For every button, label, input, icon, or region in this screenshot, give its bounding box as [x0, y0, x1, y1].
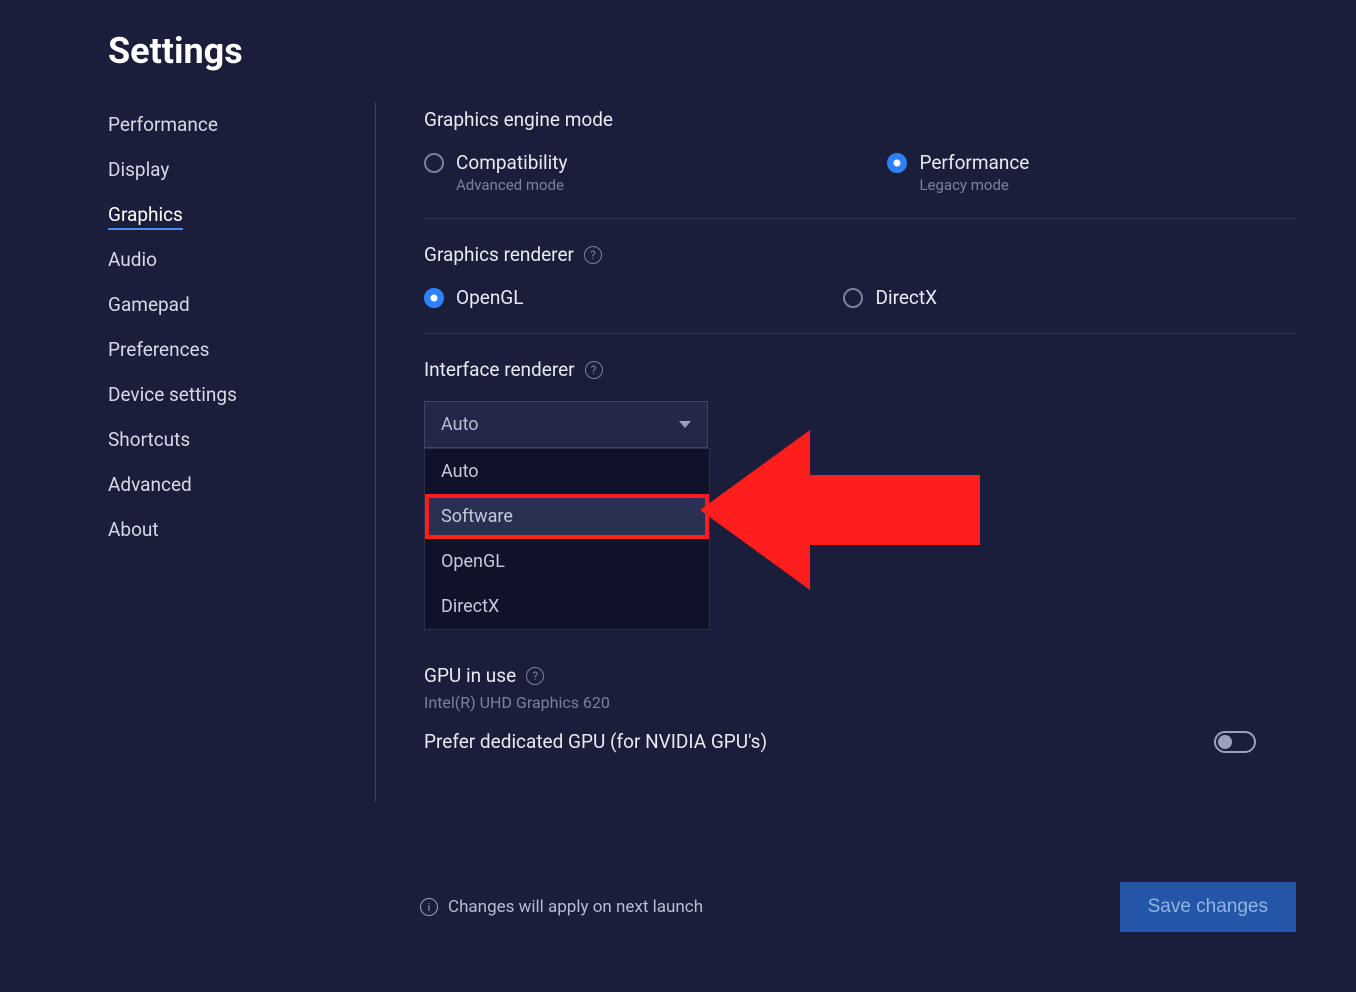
graphics-engine-title: Graphics engine mode: [424, 108, 1296, 131]
save-changes-button[interactable]: Save changes: [1120, 882, 1296, 932]
help-icon[interactable]: ?: [585, 361, 603, 379]
dropdown-item-auto[interactable]: Auto: [425, 449, 709, 494]
footer-note: i Changes will apply on next launch: [420, 897, 703, 917]
dropdown-item-directx[interactable]: DirectX: [425, 584, 709, 629]
radio-sublabel: Advanced mode: [456, 176, 567, 194]
radio-label: OpenGL: [456, 286, 523, 309]
sidebar-item-graphics[interactable]: Graphics: [108, 192, 355, 237]
radio-sublabel: Legacy mode: [919, 176, 1029, 194]
radio-label: Compatibility: [456, 151, 567, 174]
interface-renderer-title: Interface renderer ?: [424, 358, 1296, 381]
engine-option-performance[interactable]: Performance Legacy mode: [887, 151, 1029, 194]
interface-renderer-dropdown[interactable]: Auto Auto Software OpenGL DirectX: [424, 401, 708, 448]
radio-label: Performance: [919, 151, 1029, 174]
sidebar-item-preferences[interactable]: Preferences: [108, 327, 355, 372]
sidebar-item-about[interactable]: About: [108, 507, 355, 552]
gpu-name: Intel(R) UHD Graphics 620: [424, 693, 1296, 712]
interface-renderer-section: Interface renderer ? Auto Auto Software …: [424, 358, 1296, 472]
renderer-option-opengl[interactable]: OpenGL: [424, 286, 523, 309]
help-icon[interactable]: ?: [584, 246, 602, 264]
page-title: Settings: [0, 0, 1356, 72]
sidebar-item-shortcuts[interactable]: Shortcuts: [108, 417, 355, 462]
dropdown-item-opengl[interactable]: OpenGL: [425, 539, 709, 584]
radio-label: DirectX: [875, 286, 937, 309]
footer: i Changes will apply on next launch Save…: [420, 882, 1296, 932]
radio-icon: [424, 288, 444, 308]
graphics-engine-section: Graphics engine mode Compatibility Advan…: [424, 108, 1296, 219]
gpu-section: GPU in use ? Intel(R) UHD Graphics 620 P…: [424, 664, 1296, 753]
sidebar-item-audio[interactable]: Audio: [108, 237, 355, 282]
dropdown-list: Auto Software OpenGL DirectX: [424, 448, 710, 630]
prefer-gpu-toggle[interactable]: [1214, 731, 1256, 753]
sidebar-item-gamepad[interactable]: Gamepad: [108, 282, 355, 327]
gpu-title: GPU in use ?: [424, 664, 1296, 687]
radio-icon: [843, 288, 863, 308]
info-icon: i: [420, 898, 438, 916]
sidebar-item-advanced[interactable]: Advanced: [108, 462, 355, 507]
engine-option-compatibility[interactable]: Compatibility Advanced mode: [424, 151, 567, 194]
graphics-renderer-title: Graphics renderer ?: [424, 243, 1296, 266]
sidebar-item-display[interactable]: Display: [108, 147, 355, 192]
sidebar-item-device-settings[interactable]: Device settings: [108, 372, 355, 417]
toggle-knob: [1218, 735, 1232, 749]
help-icon[interactable]: ?: [526, 667, 544, 685]
dropdown-item-software[interactable]: Software: [425, 494, 709, 539]
graphics-renderer-section: Graphics renderer ? OpenGL DirectX: [424, 243, 1296, 334]
chevron-down-icon: [679, 421, 691, 428]
radio-icon: [887, 153, 907, 173]
renderer-option-directx[interactable]: DirectX: [843, 286, 937, 309]
settings-sidebar: Performance Display Graphics Audio Gamep…: [108, 102, 376, 802]
sidebar-item-performance[interactable]: Performance: [108, 102, 355, 147]
prefer-gpu-label: Prefer dedicated GPU (for NVIDIA GPU's): [424, 730, 767, 753]
dropdown-selected[interactable]: Auto: [425, 402, 707, 447]
radio-icon: [424, 153, 444, 173]
settings-content: Graphics engine mode Compatibility Advan…: [376, 102, 1356, 802]
